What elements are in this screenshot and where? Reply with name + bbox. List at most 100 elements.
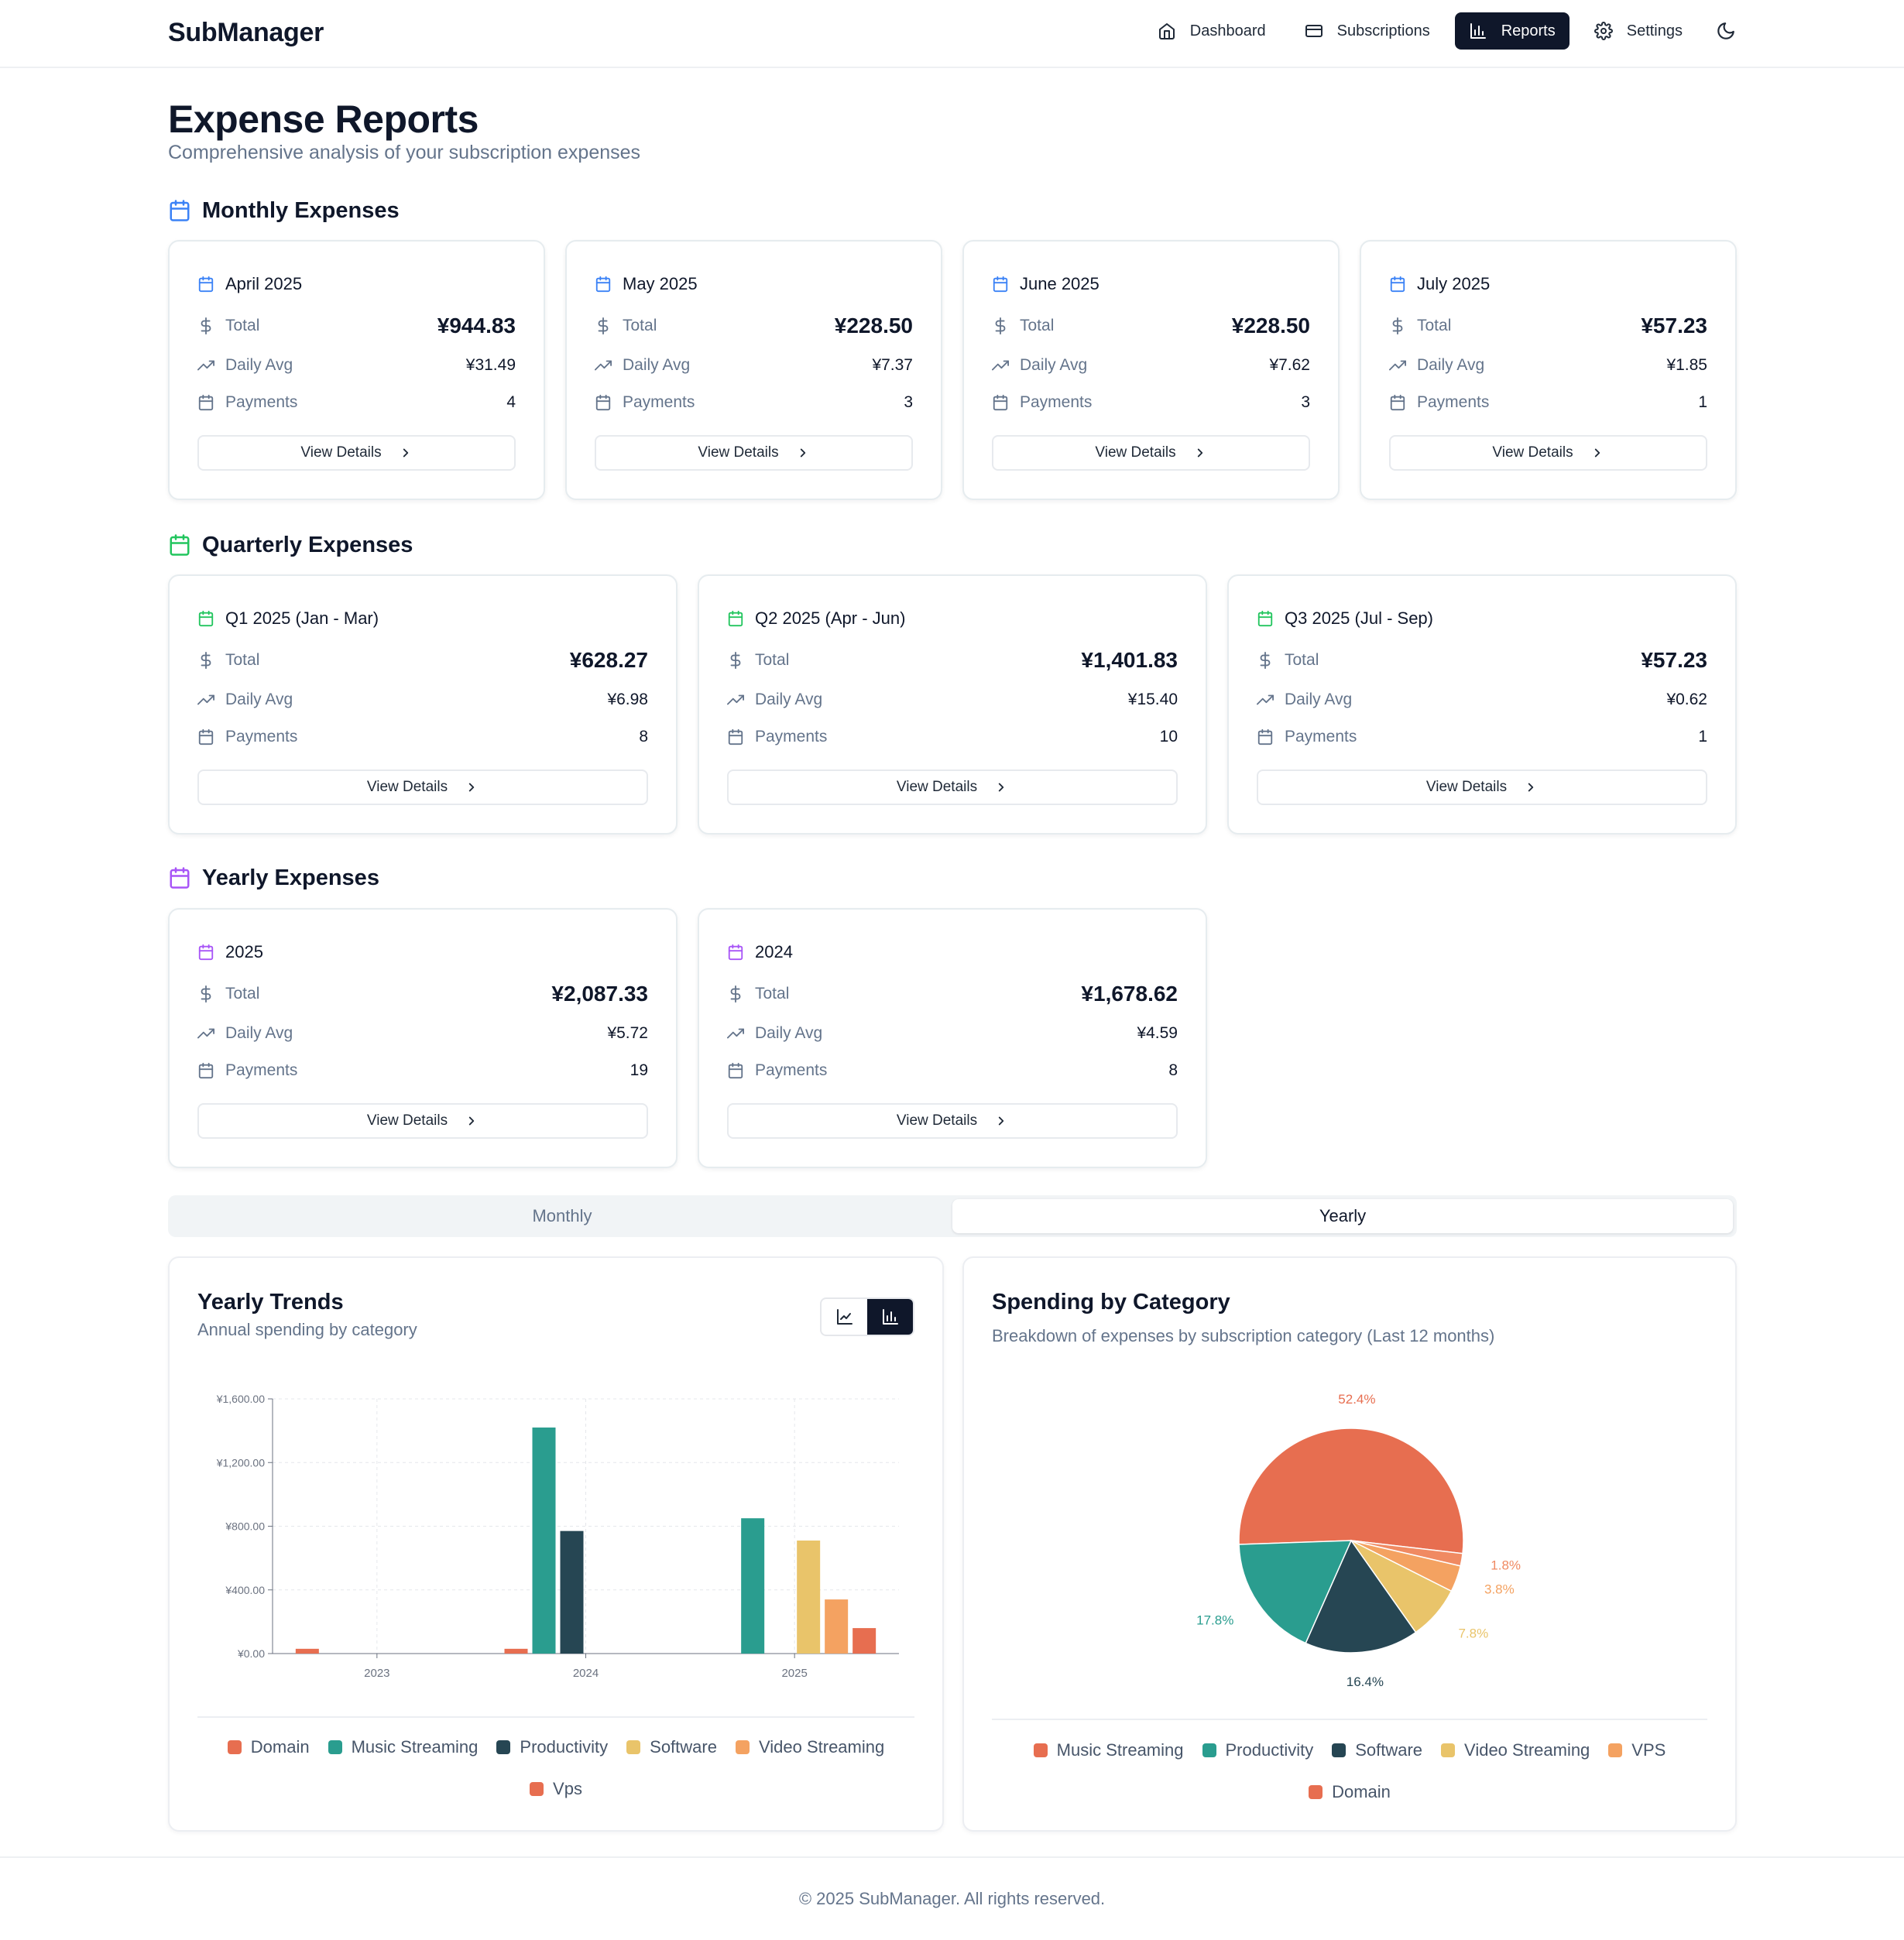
bar-domain-2024[interactable] [504, 1648, 528, 1654]
view-details-button[interactable]: View Details [727, 1103, 1178, 1139]
legend-item[interactable]: Domain [227, 1736, 310, 1758]
calendar-icon [993, 276, 1008, 293]
chevron-right-icon [800, 448, 805, 458]
daily-avg-label: Daily Avg [623, 356, 691, 374]
legend-swatch [1309, 1785, 1323, 1799]
view-details-button[interactable]: View Details [197, 435, 516, 471]
legend-divider [992, 1719, 1707, 1720]
tab-monthly[interactable]: Monthly [172, 1199, 952, 1233]
legend-item[interactable]: Productivity [1202, 1739, 1314, 1761]
view-details-button[interactable]: View Details [595, 435, 913, 471]
total-row: Total ¥57.23 [1257, 647, 1707, 674]
daily-avg-value: ¥31.49 [465, 356, 516, 374]
chevron-right-icon [998, 783, 1004, 792]
legend-item[interactable]: VPS [1608, 1739, 1666, 1761]
period-tabs: Monthly Yearly [168, 1195, 1737, 1237]
expense-card: April 2025 Total ¥944.83 Daily Avg ¥31.49 Pay… [168, 240, 545, 500]
view-details-label: View Details [698, 444, 779, 461]
monthly-section-title: Monthly Expenses [168, 195, 400, 226]
card-period-label: May 2025 [623, 274, 698, 293]
legend-swatch [735, 1740, 750, 1754]
nav-reports-label: Reports [1501, 22, 1556, 39]
bar-software-2025[interactable] [797, 1541, 821, 1654]
total-row: Total ¥944.83 [197, 313, 516, 339]
legend-item[interactable]: Vps [530, 1778, 582, 1800]
daily-avg-label: Daily Avg [755, 1024, 823, 1042]
bar-music-streaming-2025[interactable] [741, 1518, 765, 1654]
calendar-icon [170, 200, 190, 221]
legend-label: Productivity [1225, 1740, 1314, 1760]
calendar-icon [198, 394, 214, 411]
payments-value: 3 [904, 393, 913, 411]
calendar-icon [728, 944, 743, 961]
total-value: ¥628.27 [569, 648, 648, 672]
legend-item[interactable]: Music Streaming [328, 1736, 478, 1758]
payments-row: Payments 19 [197, 1060, 648, 1081]
view-details-button[interactable]: View Details [727, 769, 1178, 805]
view-details-label: View Details [300, 444, 382, 461]
nav-subscriptions[interactable]: Subscriptions [1291, 12, 1444, 50]
legend-item[interactable]: Domain [1309, 1781, 1391, 1803]
view-details-button[interactable]: View Details [992, 435, 1310, 471]
line-chart-toggle-button[interactable] [822, 1299, 867, 1335]
legend-item[interactable]: Software [626, 1736, 717, 1758]
daily-avg-row: Daily Avg ¥5.72 [197, 1023, 648, 1044]
nav-settings[interactable]: Settings [1580, 12, 1696, 50]
total-row: Total ¥228.50 [595, 313, 913, 339]
total-row: Total ¥2,087.33 [197, 981, 648, 1007]
bar-music-streaming-2024[interactable] [532, 1428, 556, 1654]
card-period-label: 2025 [225, 942, 263, 961]
spending-category-subtitle: Breakdown of expenses by subscription ca… [992, 1326, 1495, 1345]
chevron-right-icon [1528, 783, 1534, 792]
nav-dashboard-label: Dashboard [1189, 22, 1266, 39]
home-icon [1158, 23, 1175, 39]
payments-row: Payments 3 [595, 392, 913, 413]
payments-row: Payments 1 [1389, 392, 1707, 413]
pie-slice-label: 3.8% [1484, 1582, 1515, 1596]
total-value: ¥228.50 [1231, 314, 1310, 338]
chevron-right-icon [403, 448, 408, 458]
dollar-icon [1260, 652, 1271, 669]
view-details-button[interactable]: View Details [197, 1103, 648, 1139]
legend-item[interactable]: Productivity [496, 1736, 608, 1758]
calendar-icon [198, 1062, 214, 1079]
card-period-label: July 2025 [1417, 274, 1491, 293]
daily-avg-label: Daily Avg [225, 691, 293, 708]
legend-swatch [227, 1740, 242, 1754]
total-row: Total ¥228.50 [992, 313, 1310, 339]
bar-video-streaming-2025[interactable] [825, 1599, 849, 1654]
view-details-button[interactable]: View Details [1257, 769, 1707, 805]
legend-item[interactable]: Video Streaming [735, 1736, 884, 1758]
view-details-button[interactable]: View Details [197, 769, 648, 805]
legend-item[interactable]: Software [1332, 1739, 1422, 1761]
nav-dashboard[interactable]: Dashboard [1144, 12, 1280, 50]
legend-item[interactable]: Video Streaming [1441, 1739, 1590, 1761]
theme-toggle-button[interactable] [1707, 12, 1744, 50]
dollar-icon [598, 317, 609, 334]
tab-yearly[interactable]: Yearly [952, 1199, 1733, 1233]
bar-chart-toggle-button[interactable] [867, 1299, 913, 1335]
bar-domain-2023[interactable] [295, 1648, 319, 1654]
daily-avg-value: ¥7.62 [1269, 356, 1310, 374]
payments-value: 1 [1698, 728, 1707, 745]
legend-swatch [1441, 1743, 1456, 1757]
bar-chart-icon [882, 1309, 898, 1325]
trending-up-icon [727, 694, 744, 705]
daily-avg-value: ¥5.72 [607, 1024, 648, 1042]
expense-card: June 2025 Total ¥228.50 Daily Avg ¥7.62 Payme… [962, 240, 1340, 500]
daily-avg-label: Daily Avg [1020, 356, 1088, 374]
card-period: 2024 [727, 941, 1178, 964]
legend-swatch [496, 1740, 511, 1754]
bar-productivity-2024[interactable] [560, 1530, 584, 1654]
view-details-label: View Details [366, 1112, 448, 1129]
bar-vps-2025[interactable] [853, 1628, 877, 1654]
brand-logo-text[interactable]: SubManager [168, 14, 324, 51]
nav-reports[interactable]: Reports [1454, 12, 1570, 50]
total-label: Total [1020, 317, 1055, 334]
view-details-button[interactable]: View Details [1389, 435, 1707, 471]
legend-item[interactable]: Music Streaming [1033, 1739, 1184, 1761]
payments-row: Payments 1 [1257, 726, 1707, 748]
pie-slice-music-streaming[interactable] [1238, 1428, 1464, 1554]
calendar-icon [170, 867, 190, 889]
total-row: Total ¥628.27 [197, 647, 648, 674]
